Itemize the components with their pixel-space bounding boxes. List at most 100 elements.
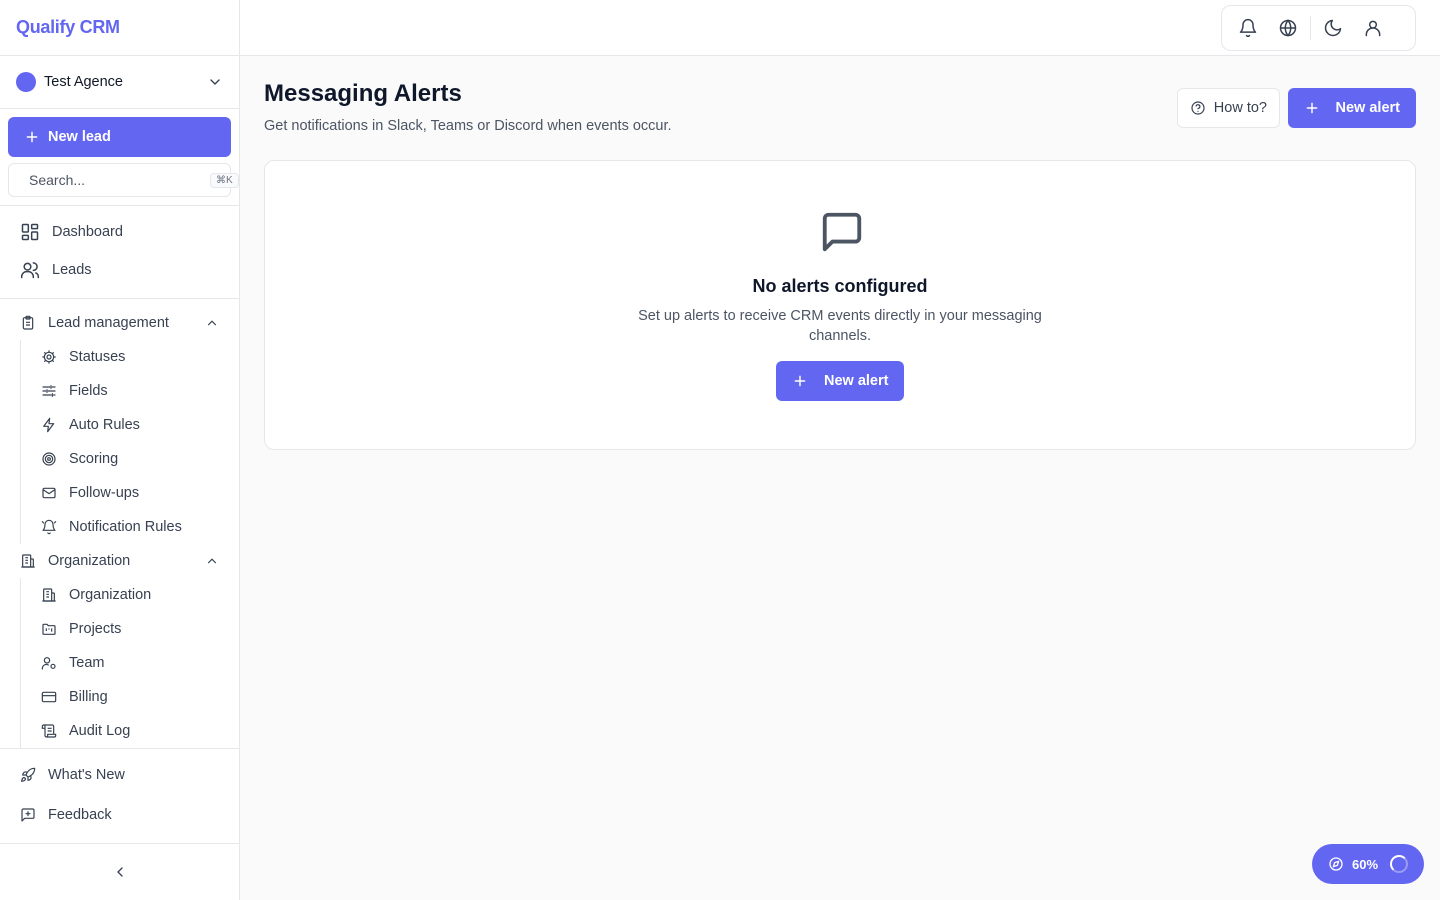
empty-state-description: Set up alerts to receive CRM events dire… xyxy=(638,308,1042,344)
notifications-button[interactable] xyxy=(1228,10,1268,46)
sidebar: Qualify CRM Test Agence New lead ⌘K Dash… xyxy=(0,0,240,900)
divider xyxy=(0,205,239,206)
empty-state-new-alert-button[interactable]: New alert xyxy=(776,361,905,401)
building-icon xyxy=(21,554,35,568)
mail-icon xyxy=(42,487,56,499)
group-lead-management[interactable]: Lead management xyxy=(0,306,239,340)
nav-label: Leads xyxy=(52,262,92,278)
chevron-down-icon xyxy=(210,79,220,85)
workspace-switcher[interactable]: Test Agence xyxy=(0,56,239,109)
bell-icon xyxy=(1239,18,1257,38)
message-square-icon xyxy=(822,212,862,252)
page-title: Messaging Alerts xyxy=(264,80,462,107)
sidebar-item-label: Billing xyxy=(69,689,108,705)
collapse-sidebar-button[interactable] xyxy=(0,852,239,892)
sidebar-item-scoring[interactable]: Scoring xyxy=(21,442,239,476)
chevron-left-icon xyxy=(116,867,123,877)
nav-label: What's New xyxy=(48,767,125,783)
search-shortcut: ⌘K xyxy=(210,172,239,188)
topbar-actions xyxy=(1221,5,1416,51)
zap-icon xyxy=(43,417,55,433)
nav-item-whats-new[interactable]: What's New xyxy=(0,756,239,794)
divider xyxy=(0,298,239,299)
group-organization[interactable]: Organization xyxy=(0,544,239,578)
plus-icon xyxy=(794,375,806,387)
divider xyxy=(0,748,239,749)
chevron-up-icon xyxy=(207,320,217,326)
target-icon xyxy=(42,452,56,466)
sidebar-item-projects[interactable]: Projects xyxy=(21,612,239,646)
plus-icon xyxy=(1306,102,1317,114)
compass-icon xyxy=(1329,857,1343,871)
rocket-icon xyxy=(21,767,36,782)
new-lead-button[interactable]: New lead xyxy=(8,117,231,157)
sidebar-item-fields[interactable]: Fields xyxy=(21,374,239,408)
cog-icon xyxy=(42,350,56,364)
empty-state-title: No alerts configured xyxy=(752,276,928,296)
sidebar-item-organization[interactable]: Organization xyxy=(21,578,239,612)
scroll-icon xyxy=(41,724,57,738)
group-label: Lead management xyxy=(48,315,169,331)
nav-item-leads[interactable]: Leads xyxy=(0,251,239,289)
sidebar-item-label: Fields xyxy=(69,383,108,399)
how-to-button[interactable]: How to? xyxy=(1176,88,1280,128)
chevron-up-icon xyxy=(207,558,217,564)
credit-card-icon xyxy=(41,691,57,703)
workspace-name: Test Agence xyxy=(44,74,123,90)
group-label: Organization xyxy=(48,553,131,569)
user-menu-button[interactable] xyxy=(1353,10,1393,46)
theme-toggle-button[interactable] xyxy=(1313,10,1353,46)
sidebar-item-label: Notification Rules xyxy=(69,519,182,535)
sidebar-item-label: Projects xyxy=(69,621,122,637)
sliders-icon xyxy=(42,385,56,397)
sidebar-item-label: Audit Log xyxy=(69,723,131,739)
settings-nav: Lead management Statuses Fields Auto Rul… xyxy=(0,306,239,748)
sidebar-item-label: Auto Rules xyxy=(69,417,140,433)
onboarding-progress-widget[interactable]: 60% xyxy=(1312,844,1424,884)
footer-nav: What's New Feedback xyxy=(0,756,239,836)
new-alert-button[interactable]: New alert xyxy=(1287,88,1416,128)
sidebar-item-team[interactable]: Team xyxy=(21,646,239,680)
building-icon xyxy=(42,588,56,602)
empty-state-card: No alerts configured Set up alerts to re… xyxy=(264,160,1416,450)
new-alert-label: New alert xyxy=(824,373,889,389)
help-circle-icon xyxy=(1191,101,1205,115)
language-button[interactable] xyxy=(1268,10,1308,46)
user-cog-icon xyxy=(41,657,56,670)
sidebar-item-label: Organization xyxy=(69,587,152,603)
user-icon xyxy=(1365,20,1381,37)
workspace-avatar xyxy=(16,72,36,92)
bell-ring-icon xyxy=(41,519,57,535)
search-input[interactable] xyxy=(29,172,210,188)
folder-kanban-icon xyxy=(42,623,56,635)
how-to-label: How to? xyxy=(1213,100,1267,116)
nav-item-feedback[interactable]: Feedback xyxy=(0,794,239,836)
divider xyxy=(1310,16,1311,40)
sidebar-item-follow-ups[interactable]: Follow-ups xyxy=(21,476,239,510)
primary-nav: Dashboard Leads xyxy=(0,213,239,289)
nav-label: Dashboard xyxy=(52,224,123,240)
sidebar-item-audit-log[interactable]: Audit Log xyxy=(21,714,239,748)
plus-icon xyxy=(26,131,38,143)
brand-logo[interactable]: Qualify CRM xyxy=(0,0,239,56)
nav-item-dashboard[interactable]: Dashboard xyxy=(0,213,239,251)
divider xyxy=(0,843,239,844)
sidebar-item-label: Scoring xyxy=(69,451,119,467)
users-icon xyxy=(20,262,40,279)
sidebar-item-billing[interactable]: Billing xyxy=(21,680,239,714)
nav-label: Feedback xyxy=(48,807,112,823)
sidebar-item-label: Team xyxy=(69,655,105,671)
sidebar-item-statuses[interactable]: Statuses xyxy=(21,340,239,374)
sidebar-item-notification-rules[interactable]: Notification Rules xyxy=(21,510,239,544)
search-box[interactable]: ⌘K xyxy=(8,163,239,197)
page-subtitle: Get notifications in Slack, Teams or Dis… xyxy=(264,118,672,134)
progress-ring xyxy=(1390,855,1408,873)
message-square-plus-icon xyxy=(21,808,35,822)
group-organization-items: Organization Projects Team Billing Audit… xyxy=(20,578,239,748)
topbar xyxy=(240,0,1440,56)
layout-grid-icon xyxy=(21,223,39,241)
group-lead-management-items: Statuses Fields Auto Rules Scoring Follo… xyxy=(20,340,239,544)
sidebar-item-auto-rules[interactable]: Auto Rules xyxy=(21,408,239,442)
new-alert-label: New alert xyxy=(1335,100,1400,116)
sidebar-item-label: Statuses xyxy=(69,349,126,365)
